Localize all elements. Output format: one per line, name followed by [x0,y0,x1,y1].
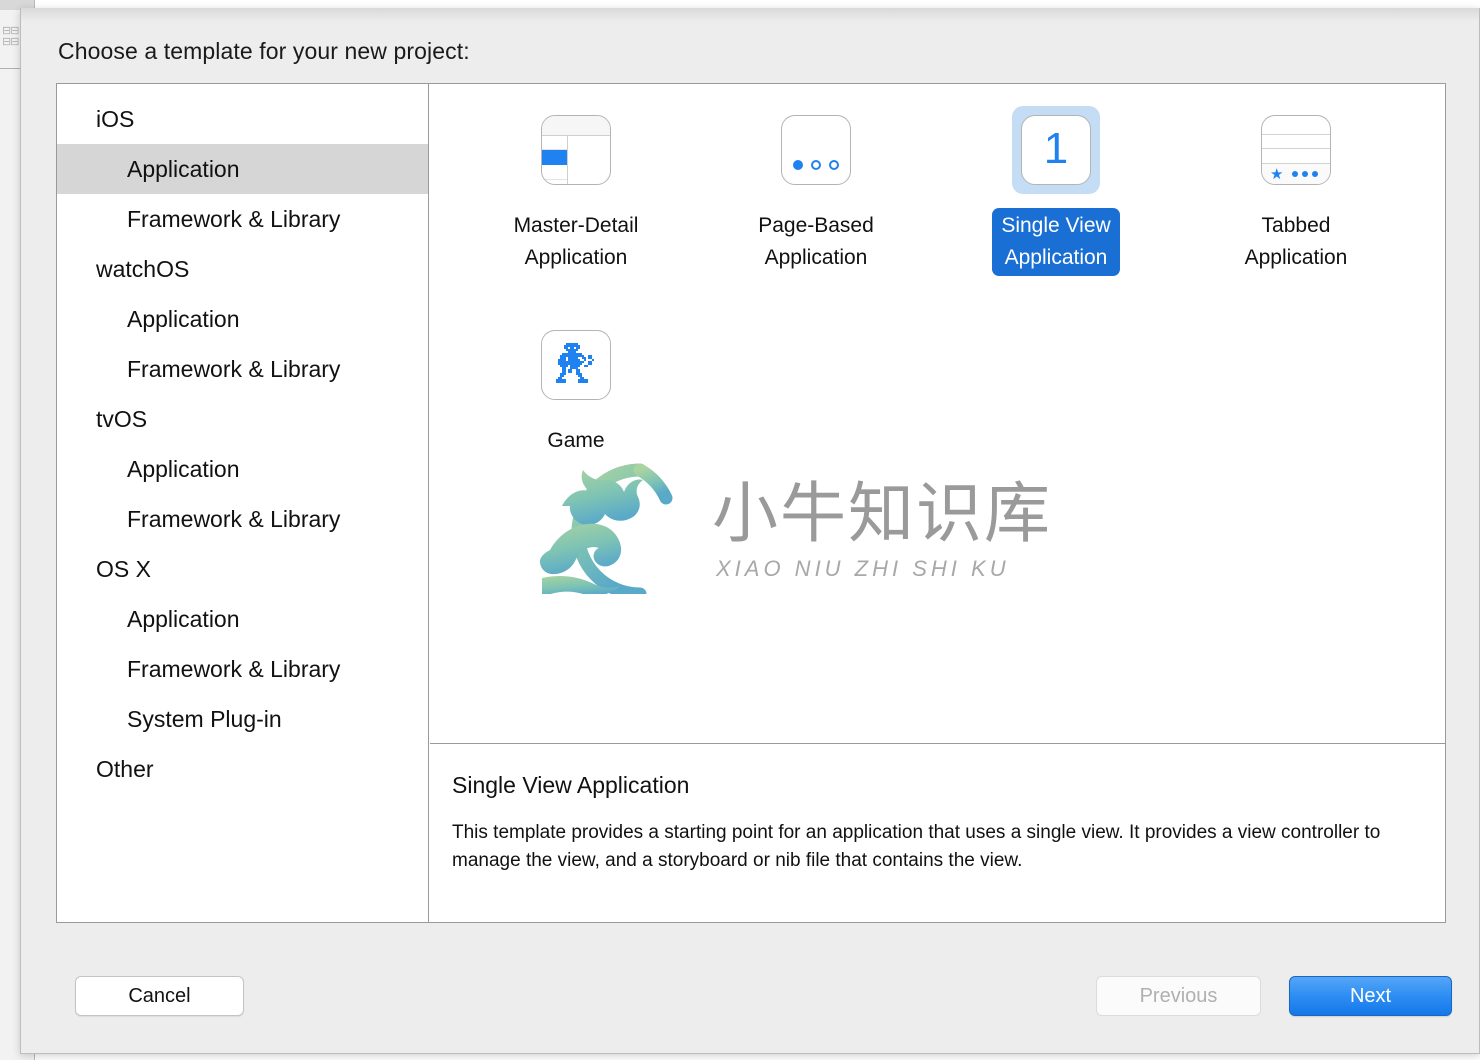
template-icon-wrap: ★ [1252,106,1340,194]
sidebar-item-osx-application[interactable]: Application [57,594,428,644]
description-title: Single View Application [452,772,690,798]
platform-category-sidebar[interactable]: iOS Application Framework & Library watc… [57,84,429,922]
sidebar-item-label: Application [127,156,240,182]
dialog-title: Choose a template for your new project: [58,38,470,64]
new-project-dialog: Choose a template for your new project: … [20,8,1480,1054]
sidebar-item-ios-framework-library[interactable]: Framework & Library [57,194,428,244]
sidebar-item-osx-framework-library[interactable]: Framework & Library [57,644,428,694]
description-body: This template provides a starting point … [452,822,1381,871]
sidebar-item-tvos[interactable]: tvOS [57,394,428,444]
sidebar-item-label: Framework & Library [127,206,341,232]
svg-text:XIAO NIU ZHI SHI KU: XIAO NIU ZHI SHI KU [715,556,1010,581]
previous-button-label: Previous [1139,984,1218,1007]
sidebar-item-label: Application [127,456,240,482]
sidebar-item-osx-system-plugin[interactable]: System Plug-in [57,694,428,744]
template-item-master-detail[interactable]: Master-Detail Application [456,102,696,317]
sidebar-item-label: Application [127,606,240,632]
template-icon-wrap [532,106,620,194]
cancel-button-label: Cancel [128,984,191,1007]
next-button[interactable]: Next [1289,976,1452,1016]
template-label: Single View Application [992,208,1120,276]
template-icon-wrap: 1 [1012,106,1100,194]
sidebar-item-label: watchOS [96,256,190,282]
single-view-icon: 1 [1021,115,1091,185]
cancel-button[interactable]: Cancel [75,976,244,1016]
template-chooser-split-view: iOS Application Framework & Library watc… [56,83,1446,923]
sidebar-item-ios[interactable]: iOS [57,94,428,144]
template-grid: Master-Detail Application Page-Based App… [430,84,1445,532]
template-item-single-view[interactable]: 1 Single View Application [936,102,1176,317]
sidebar-item-watchos-application[interactable]: Application [57,294,428,344]
sidebar-item-label: System Plug-in [127,706,282,732]
sidebar-item-label: Framework & Library [127,506,341,532]
template-item-game[interactable]: Game [456,317,696,532]
sidebar-item-watchos-framework-library[interactable]: Framework & Library [57,344,428,394]
game-icon [541,330,611,400]
sidebar-item-label: tvOS [96,406,148,432]
sidebar-item-label: iOS [96,106,135,132]
template-item-tabbed[interactable]: ★ Tabbed Application [1176,102,1416,317]
tabbed-icon: ★ [1261,115,1331,185]
sidebar-item-label: Framework & Library [127,656,341,682]
template-grid-pane: 小牛知识库 XIAO NIU ZHI SHI KU Master-Detail … [430,84,1445,743]
sidebar-item-label: Other [96,756,154,782]
template-content-area: 小牛知识库 XIAO NIU ZHI SHI KU Master-Detail … [430,84,1445,922]
sidebar-item-other[interactable]: Other [57,744,428,794]
star-icon: ★ [1270,165,1284,183]
sheet-top-shadow [21,8,1479,22]
sidebar-item-label: Application [127,306,240,332]
sidebar-item-tvos-application[interactable]: Application [57,444,428,494]
sidebar-item-ios-application[interactable]: Application [57,144,428,194]
template-description-pane: Single View Application This template pr… [430,744,1445,922]
template-item-page-based[interactable]: Page-Based Application [696,102,936,317]
master-detail-icon [541,115,611,185]
template-label: Master-Detail Application [513,214,639,269]
template-label: Game [547,429,605,452]
template-label: Page-Based Application [758,214,874,269]
sidebar-item-tvos-framework-library[interactable]: Framework & Library [57,494,428,544]
sidebar-item-osx[interactable]: OS X [57,544,428,594]
page-based-icon [781,115,851,185]
desktop-background: ⊟⊟ ⊟⊟ Choose a template for your new proj… [0,0,1480,1060]
sidebar-item-watchos[interactable]: watchOS [57,244,428,294]
sidebar-item-label: Framework & Library [127,356,341,382]
sidebar-item-label: OS X [96,556,151,582]
next-button-label: Next [1349,984,1392,1007]
template-icon-wrap [772,106,860,194]
template-icon-wrap [532,321,620,409]
template-label: Tabbed Application [1244,214,1348,269]
previous-button[interactable]: Previous [1096,976,1261,1016]
